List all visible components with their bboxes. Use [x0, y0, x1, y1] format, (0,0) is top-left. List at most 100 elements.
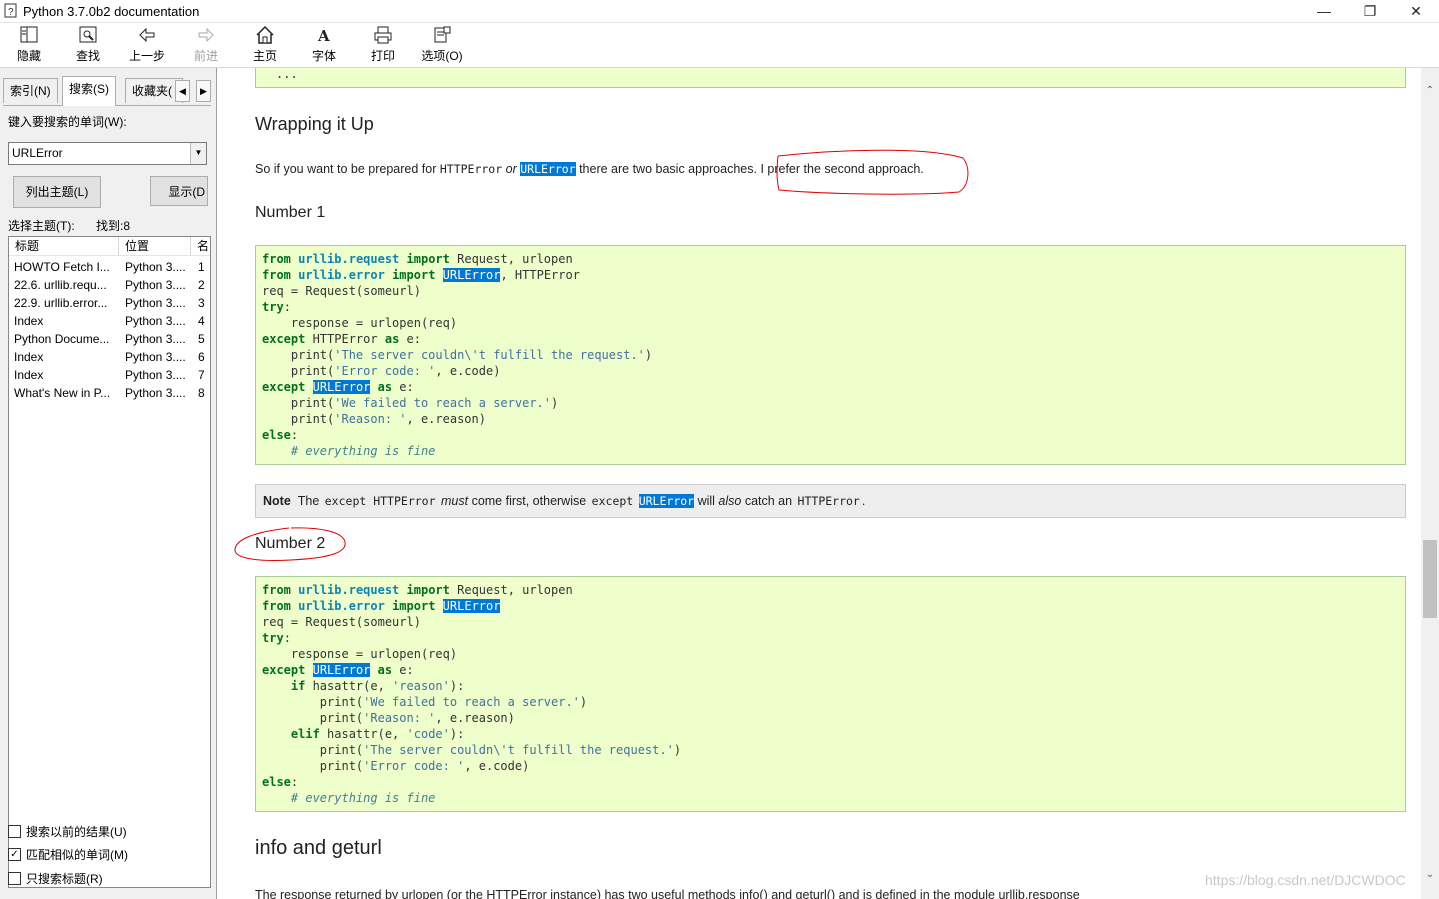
home-button[interactable]: 主页	[240, 25, 290, 64]
result-location: Python 3....	[125, 350, 186, 364]
font-button[interactable]: A 字体	[299, 25, 349, 64]
options-button[interactable]: 选项(O)	[417, 25, 467, 64]
intro-text-b: there are two basic approaches.	[575, 162, 757, 176]
inline-code-httperror: HTTPError	[439, 162, 503, 176]
results-list-header: 标题 位置 名	[9, 237, 210, 256]
result-title: Python Docume...	[14, 332, 110, 346]
result-rank: 7	[198, 368, 205, 382]
result-rank: 1	[198, 260, 205, 274]
result-row[interactable]: Python Docume... Python 3.... 5	[9, 330, 210, 348]
result-location: Python 3....	[125, 296, 186, 310]
result-row[interactable]: What's New in P... Python 3.... 8	[9, 384, 210, 402]
print-button[interactable]: 打印	[358, 25, 408, 64]
bottom-paragraph: The response returned by urlopen (or the…	[255, 888, 1080, 899]
note-code-except-httperror: except HTTPError	[322, 494, 438, 508]
font-icon: A	[317, 27, 330, 45]
note-label: Note	[263, 494, 291, 508]
display-button[interactable]: 显示(D	[150, 176, 208, 206]
titles-only-checkbox[interactable]	[8, 872, 21, 885]
window-title: Python 3.7.0b2 documentation	[23, 4, 200, 19]
content-pane: ... Wrapping it Up So if you want to be …	[225, 68, 1421, 899]
help-book-icon: ?	[4, 3, 17, 18]
result-row[interactable]: Index Python 3.... 4	[9, 312, 210, 330]
result-row[interactable]: HOWTO Fetch I... Python 3.... 1	[9, 258, 210, 276]
inline-code-urlerror: URLError	[520, 162, 576, 176]
note-code-except: except	[589, 494, 636, 508]
watermark: https://blog.csdn.net/DJCWDOC	[1205, 872, 1406, 888]
heading-wrapping-it-up: Wrapping it Up	[255, 114, 374, 134]
code-text-number-1: from urllib.request import Request, urlo…	[262, 252, 653, 458]
heading-number-1: Number 1	[255, 204, 326, 221]
intro-text-a: So if you want to be prepared for	[255, 162, 440, 176]
home-icon	[256, 25, 274, 44]
note-code-httperror: HTTPError	[795, 494, 862, 508]
find-button[interactable]: 查找	[63, 25, 113, 64]
note-box: Note The except HTTPError must come firs…	[255, 484, 1406, 518]
results-list[interactable]: 标题 位置 名 HOWTO Fetch I... Python 3.... 1 22.…	[8, 236, 211, 888]
list-topics-button[interactable]: 列出主题(L)	[13, 176, 101, 208]
result-location: Python 3....	[125, 278, 186, 292]
back-arrow-icon	[139, 27, 155, 43]
select-topic-label: 选择主题(T):	[8, 219, 75, 233]
red-annotation-circle-2	[234, 527, 346, 561]
dropdown-arrow-icon[interactable]: ▼	[190, 143, 206, 164]
search-input[interactable]: URLError ▼	[8, 142, 207, 165]
find-icon	[79, 26, 97, 43]
tab-index[interactable]: 索引(N)	[3, 78, 58, 103]
result-rank: 3	[198, 296, 205, 310]
printer-icon	[374, 26, 392, 44]
forward-button[interactable]: 前进	[181, 25, 231, 64]
column-header-rank[interactable]: 名	[191, 237, 210, 255]
content-scrollbar[interactable]: ⌃ ⌄	[1421, 68, 1439, 899]
scroll-down-icon[interactable]: ⌄	[1421, 866, 1439, 883]
navigation-pane: 索引(N) 搜索(S) 收藏夹( ◀ ▶ 键入要搜索的单词(W): URLErr…	[0, 68, 217, 899]
minimize-button[interactable]: —	[1301, 0, 1347, 22]
note-t4: will	[694, 494, 719, 508]
restore-button[interactable]: ❐	[1347, 0, 1393, 22]
result-location: Python 3....	[125, 314, 186, 328]
code-text-number-2: from urllib.request import Request, urlo…	[262, 583, 682, 805]
note-t1: The	[297, 494, 323, 508]
result-row[interactable]: 22.6. urllib.requ... Python 3.... 2	[9, 276, 210, 294]
result-row[interactable]: 22.9. urllib.error... Python 3.... 3	[9, 294, 210, 312]
close-button[interactable]: ✕	[1393, 0, 1439, 22]
prev-results-label: 搜索以前的结果(U)	[26, 825, 127, 839]
note-text: Note The except HTTPError must come firs…	[263, 494, 865, 508]
result-title: Index	[14, 368, 44, 382]
result-title: Index	[14, 350, 44, 364]
result-location: Python 3....	[125, 332, 186, 346]
scroll-up-icon[interactable]: ⌃	[1421, 82, 1439, 99]
note-t6: catch an	[741, 494, 796, 508]
result-title: 22.9. urllib.error...	[14, 296, 108, 310]
result-title: 22.6. urllib.requ...	[14, 278, 107, 292]
heading-info-and-geturl: info and geturl	[255, 837, 382, 859]
column-header-location[interactable]: 位置	[119, 237, 191, 255]
tab-scroll-left-icon[interactable]: ◀	[175, 80, 190, 102]
result-row[interactable]: Index Python 3.... 7	[9, 366, 210, 384]
result-row[interactable]: Index Python 3.... 6	[9, 348, 210, 366]
note-must: must	[437, 494, 469, 508]
result-rank: 2	[198, 278, 205, 292]
column-header-title[interactable]: 标题	[9, 237, 119, 255]
back-button[interactable]: 上一步	[122, 25, 172, 64]
result-rank: 8	[198, 386, 205, 400]
search-input-value: URLError	[12, 146, 63, 160]
scrollbar-thumb[interactable]	[1423, 540, 1437, 618]
red-annotation-circle	[776, 149, 969, 195]
titles-only-label: 只搜索标题(R)	[26, 872, 103, 886]
result-title: Index	[14, 314, 44, 328]
hide-pane-icon	[20, 26, 38, 43]
intro-text-or: or	[502, 162, 521, 176]
tab-scroll-right-icon[interactable]: ▶	[196, 80, 211, 102]
options-icon	[434, 26, 451, 43]
match-similar-label: 匹配相似的单词(M)	[26, 848, 128, 862]
code-ellipsis: ...	[276, 68, 298, 81]
code-block-number-2: from urllib.request import Request, urlo…	[255, 576, 1406, 812]
match-similar-checkbox[interactable]: ✓	[8, 848, 21, 861]
hide-button[interactable]: 隐藏	[4, 25, 54, 64]
code-block-top: ...	[255, 68, 1406, 88]
prev-results-checkbox[interactable]	[8, 825, 21, 838]
result-location: Python 3....	[125, 260, 186, 274]
svg-text:A: A	[317, 27, 330, 45]
tab-search[interactable]: 搜索(S)	[62, 76, 116, 106]
